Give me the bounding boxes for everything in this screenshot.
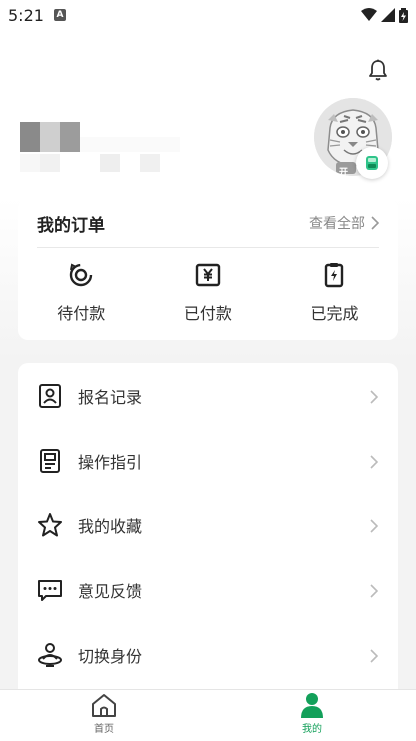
scanner-badge[interactable]: [356, 147, 388, 179]
menu-label: 切换身份: [78, 647, 143, 666]
view-all-orders-link[interactable]: 查看全部: [309, 213, 379, 233]
profile-name-blurred: [20, 122, 220, 174]
menu-item-guide[interactable]: 操作指引: [18, 429, 398, 493]
clipboard-bolt-icon: [325, 263, 344, 288]
yen-box-icon: [195, 263, 221, 287]
view-all-label: 查看全部: [309, 216, 365, 232]
chevron-right-icon: [371, 216, 379, 230]
chevron-right-icon: [370, 584, 378, 598]
menu-label: 意见反馈: [78, 582, 143, 601]
orders-card: 我的订单 查看全部 待付款 已付款 已完成: [18, 199, 398, 340]
orders-header: 我的订单 查看全部: [37, 199, 379, 248]
chevron-right-icon: [370, 390, 378, 404]
menu-label: 操作指引: [78, 453, 143, 472]
a-icon: A: [53, 9, 66, 21]
message-icon: [38, 580, 62, 601]
bell-icon[interactable]: [366, 58, 390, 82]
avatar-badge-text: 开: [339, 168, 349, 178]
chevron-right-icon: [370, 455, 378, 469]
menu-label: 我的收藏: [78, 517, 143, 536]
nav-home[interactable]: 首页: [74, 692, 134, 735]
orders-title: 我的订单: [37, 215, 105, 236]
star-icon: [38, 513, 62, 537]
wifi-icon: [361, 8, 377, 21]
home-icon: [92, 694, 116, 717]
status-bar: 5:21 A: [0, 0, 416, 30]
menu-item-registration-records[interactable]: 报名记录: [18, 364, 398, 428]
menu-card: 报名记录 操作指引 我的收藏 意见反馈 切换身份: [18, 363, 398, 689]
document-icon: [40, 449, 60, 473]
scanner-icon: [366, 156, 378, 170]
nav-mine-label: 我的: [302, 724, 322, 735]
person-filled-icon: [301, 693, 323, 718]
chevron-right-icon: [370, 519, 378, 533]
order-completed-label: 已完成: [310, 304, 359, 323]
refresh-circle-icon: [70, 263, 93, 287]
chevron-right-icon: [370, 649, 378, 663]
bottom-nav: 首页 我的: [0, 689, 416, 741]
battery-icon: [399, 7, 408, 23]
order-pending-label: 待付款: [57, 304, 106, 323]
menu-label: 报名记录: [78, 388, 143, 407]
menu-item-switch-identity[interactable]: 切换身份: [18, 623, 398, 687]
nav-home-label: 首页: [94, 724, 114, 735]
order-pending-payment[interactable]: 待付款: [18, 262, 145, 324]
status-time: 5:21: [8, 5, 44, 25]
person-switch-icon: [38, 643, 62, 667]
id-card-icon: [39, 384, 61, 408]
signal-icon: [381, 8, 395, 22]
menu-item-feedback[interactable]: 意见反馈: [18, 558, 398, 622]
order-paid-label: 已付款: [183, 304, 232, 323]
menu-item-favorites[interactable]: 我的收藏: [18, 493, 398, 557]
nav-mine[interactable]: 我的: [282, 692, 342, 735]
order-completed[interactable]: 已完成: [271, 262, 398, 324]
order-paid[interactable]: 已付款: [145, 262, 272, 324]
